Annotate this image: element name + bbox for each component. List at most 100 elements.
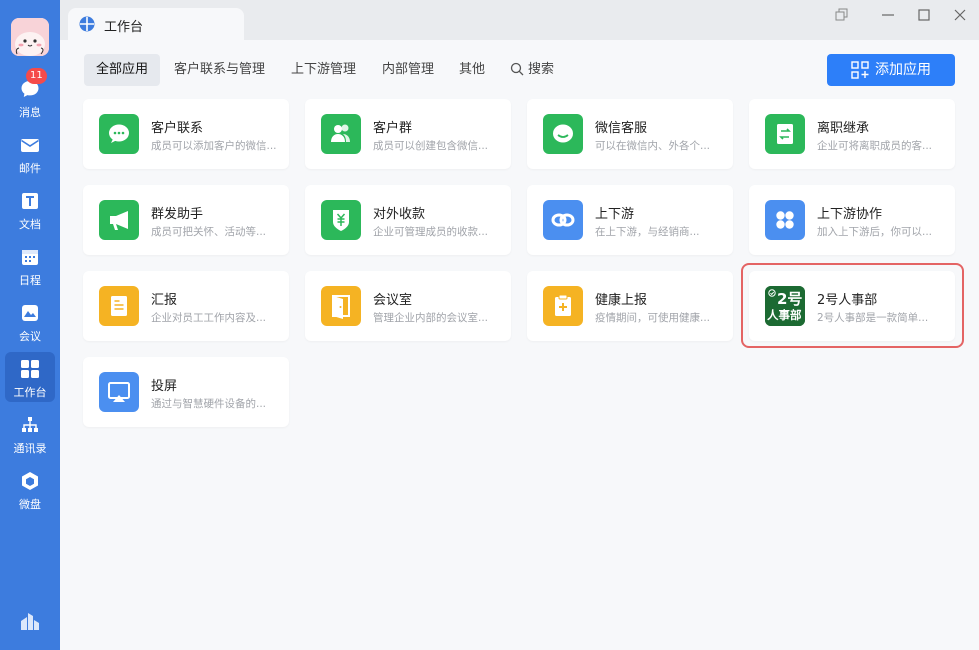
transfer-doc-icon	[765, 114, 805, 154]
sidebar-item-label: 工作台	[13, 386, 47, 399]
health-clipboard-icon	[543, 286, 583, 326]
app-card-hr-department[interactable]: 2号 人事部 2号人事部 2号人事部是一款简单...	[749, 271, 955, 341]
app-desc: 成员可以添加客户的微信...	[151, 140, 277, 152]
search-label: 搜索	[528, 62, 555, 77]
app-name: 对外收款	[373, 207, 426, 222]
app-card-health-report[interactable]: 健康上报 疫情期间，可使用健康...	[527, 271, 733, 341]
yuan-shield-icon	[321, 200, 361, 240]
app-name: 客户群	[373, 121, 413, 136]
app-name: 上下游协作	[817, 207, 883, 222]
app-desc: 管理企业内部的会议室...	[373, 312, 489, 324]
door-icon	[321, 286, 361, 326]
contacts-tree-icon	[22, 417, 38, 432]
app-name: 群发助手	[151, 207, 204, 222]
hr-logo-icon: 2号 人事部	[765, 286, 805, 326]
app-desc: 在上下游，与经销商...	[595, 226, 700, 238]
app-card-wechat-service[interactable]: 微信客服 可以在微信内、外各个...	[527, 99, 733, 169]
add-app-label: 添加应用	[875, 62, 931, 78]
hr-logo-line1: 2号	[777, 290, 803, 308]
app-card-report[interactable]: 汇报 企业对员工工作内容及...	[83, 271, 289, 341]
add-app-icon	[851, 61, 869, 79]
mail-icon	[21, 139, 39, 152]
tab-supply-chain[interactable]: 上下游管理	[279, 54, 368, 86]
workbench-main: 全部应用 客户联系与管理 上下游管理 内部管理 其他 搜索 添加应用 客户联系 …	[60, 40, 979, 650]
four-dots-icon	[765, 200, 805, 240]
app-card-customer-group[interactable]: 客户群 成员可以创建包含微信...	[305, 99, 511, 169]
app-card-resign-inherit[interactable]: 离职继承 企业可将离职成员的客...	[749, 99, 955, 169]
add-app-button[interactable]: 添加应用	[827, 54, 955, 86]
sidebar-item-label: 通讯录	[13, 442, 47, 455]
app-desc: 加入上下游后，你可以...	[817, 226, 933, 238]
app-card-customer-contact[interactable]: 客户联系 成员可以添加客户的微信...	[83, 99, 289, 169]
workbench-grid-icon	[21, 360, 39, 378]
app-desc: 2号人事部是一款简单...	[817, 312, 929, 324]
app-name: 2号人事部	[817, 293, 878, 308]
customer-group-icon	[321, 114, 361, 154]
screen-cast-icon	[99, 372, 139, 412]
app-name: 汇报	[151, 293, 178, 308]
app-name: 微信客服	[595, 121, 648, 136]
app-desc: 疫情期间，可使用健康...	[595, 312, 711, 324]
sidebar-item-label: 会议	[19, 330, 41, 343]
app-desc: 可以在微信内、外各个...	[595, 140, 711, 152]
tab-title: 工作台	[104, 20, 144, 35]
app-name: 客户联系	[151, 121, 204, 136]
app-card-meeting-room[interactable]: 会议室 管理企业内部的会议室...	[305, 271, 511, 341]
tab-internal-management[interactable]: 内部管理	[370, 54, 446, 86]
avatar[interactable]	[11, 18, 49, 56]
wechat-chat-icon	[99, 114, 139, 154]
app-card-supply-chain[interactable]: 上下游 在上下游，与经销商...	[527, 185, 733, 255]
app-name: 会议室	[373, 293, 413, 308]
sidebar-item-contacts[interactable]: 通讯录	[5, 408, 55, 458]
sidebar-item-calendar[interactable]: 日程	[5, 240, 55, 290]
settings-building-icon[interactable]	[19, 610, 41, 636]
minimize-icon[interactable]	[877, 4, 899, 26]
sidebar-item-mail[interactable]: 邮件	[5, 128, 55, 178]
maximize-icon[interactable]	[913, 4, 935, 26]
meeting-icon	[22, 305, 38, 321]
sidebar: 11 消息 邮件 文档 日程 会议 工作台 通讯录 微盘	[0, 0, 60, 650]
sidebar-item-drive[interactable]: 微盘	[5, 464, 55, 514]
report-icon	[99, 286, 139, 326]
sidebar-item-messages[interactable]: 11 消息	[5, 68, 55, 122]
hr-logo-line2: 人事部	[767, 308, 802, 322]
close-icon[interactable]	[949, 4, 971, 26]
sidebar-item-label: 文档	[19, 218, 41, 231]
chain-link-icon	[543, 200, 583, 240]
tab-all-apps[interactable]: 全部应用	[84, 54, 161, 86]
tab-other[interactable]: 其他	[447, 54, 497, 86]
pin-window-icon[interactable]	[830, 4, 852, 26]
sidebar-item-label: 邮件	[19, 162, 41, 175]
tab-customer-management[interactable]: 客户联系与管理	[162, 54, 277, 86]
app-name: 健康上报	[595, 293, 648, 308]
app-desc: 通过与智慧硬件设备的...	[151, 398, 267, 410]
unread-badge: 11	[26, 68, 47, 84]
sidebar-item-label: 日程	[19, 274, 41, 287]
search-button[interactable]: 搜索	[498, 54, 566, 86]
app-desc: 企业可管理成员的收款...	[373, 226, 489, 238]
app-desc: 成员可把关怀、活动等...	[151, 226, 267, 238]
tab-workbench[interactable]: 工作台	[68, 8, 244, 40]
app-name: 投屏	[151, 379, 178, 394]
calendar-icon	[22, 250, 38, 265]
app-name: 离职继承	[817, 121, 870, 136]
megaphone-icon	[99, 200, 139, 240]
app-card-supply-chain-collab[interactable]: 上下游协作 加入上下游后，你可以...	[749, 185, 955, 255]
app-card-payment[interactable]: 对外收款 企业可管理成员的收款...	[305, 185, 511, 255]
document-icon	[22, 193, 38, 209]
title-bar: 工作台	[60, 0, 979, 40]
app-desc: 成员可以创建包含微信...	[373, 140, 489, 152]
sidebar-item-meeting[interactable]: 会议	[5, 296, 55, 346]
workbench-tab-icon	[79, 16, 95, 32]
app-card-mass-message[interactable]: 群发助手 成员可把关怀、活动等...	[83, 185, 289, 255]
app-desc: 企业对员工工作内容及...	[151, 312, 267, 324]
cloud-drive-icon	[22, 472, 38, 490]
wechat-service-icon	[543, 114, 583, 154]
sidebar-item-workbench[interactable]: 工作台	[5, 352, 55, 402]
sidebar-item-docs[interactable]: 文档	[5, 184, 55, 234]
app-name: 上下游	[595, 207, 635, 222]
search-icon	[510, 62, 524, 75]
app-desc: 企业可将离职成员的客...	[817, 140, 933, 152]
sidebar-item-label: 消息	[19, 106, 41, 119]
app-card-screen-cast[interactable]: 投屏 通过与智慧硬件设备的...	[83, 357, 289, 427]
